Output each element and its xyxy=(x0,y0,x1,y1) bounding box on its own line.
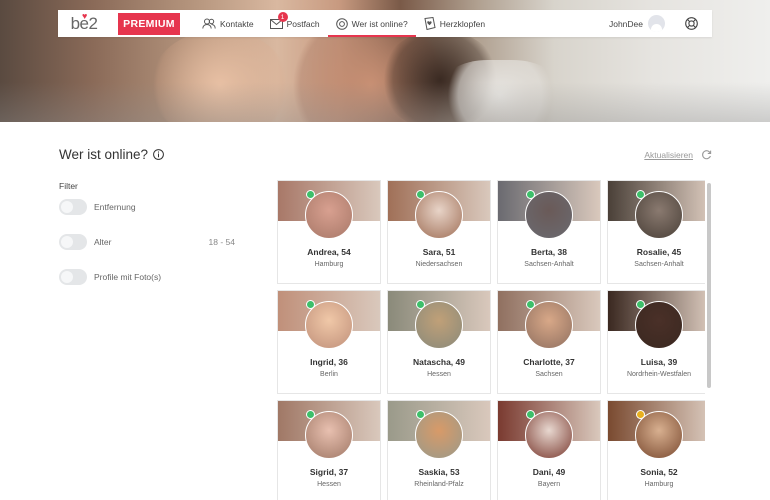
profile-card[interactable]: Sonia, 52 Hamburg xyxy=(608,401,705,500)
filter-label: Alter xyxy=(94,237,112,247)
top-navigation: be2 ♥ PREMIUM Kontakte 1 Postfach Wer ist… xyxy=(58,10,712,37)
profile-name[interactable]: Dani, 49 xyxy=(498,467,600,477)
refresh-icon[interactable] xyxy=(701,149,712,160)
help-icon[interactable] xyxy=(685,17,698,30)
nav-label: Postfach xyxy=(286,18,320,29)
online-status-indicator xyxy=(416,410,425,419)
online-status-indicator xyxy=(526,300,535,309)
page-title-text: Wer ist online? xyxy=(59,147,149,162)
online-status-indicator xyxy=(526,190,535,199)
entfernung-toggle[interactable] xyxy=(59,199,87,215)
profile-name[interactable]: Berta, 38 xyxy=(498,247,600,257)
refresh-link[interactable]: Aktualisieren xyxy=(644,149,712,160)
profile-name[interactable]: Sonia, 52 xyxy=(608,467,705,477)
filter-row-alter: Alter 18 - 54 xyxy=(59,234,235,250)
avatar xyxy=(648,15,665,32)
foto-toggle[interactable] xyxy=(59,269,87,285)
refresh-label: Aktualisieren xyxy=(644,149,693,160)
logo[interactable]: be2 ♥ xyxy=(58,10,110,37)
contacts-icon xyxy=(202,18,216,29)
profile-card[interactable]: Ingrid, 36 Berlin xyxy=(278,291,380,393)
profile-card[interactable]: Berta, 38 Sachsen-Anhalt xyxy=(498,181,600,283)
profile-name[interactable]: Sigrid, 37 xyxy=(278,467,380,477)
online-status-indicator xyxy=(306,410,315,419)
nav-label: Wer ist online? xyxy=(351,18,408,29)
profile-name[interactable]: Rosalie, 45 xyxy=(608,247,705,257)
profile-location: Hamburg xyxy=(314,261,344,268)
online-icon xyxy=(335,17,348,30)
profile-name[interactable]: Andrea, 54 xyxy=(278,247,380,257)
nav-item-kontakte[interactable]: Kontakte xyxy=(194,10,262,37)
profile-card[interactable]: Saskia, 53 Rheinland-Pfalz xyxy=(388,401,490,500)
profile-location: Hessen xyxy=(427,371,451,378)
profile-name[interactable]: Ingrid, 36 xyxy=(278,357,380,367)
unread-badge: 1 xyxy=(277,12,288,22)
logo-heart-icon: ♥ xyxy=(82,11,87,21)
profile-location: Sachsen-Anhalt xyxy=(634,261,684,268)
profile-card[interactable]: Dani, 49 Bayern xyxy=(498,401,600,500)
profile-location: Bayern xyxy=(537,481,561,488)
profile-location: Sachsen xyxy=(535,371,563,378)
nav-label: Herzklopfen xyxy=(439,18,486,29)
profile-location: Nordrhein-Westfalen xyxy=(626,371,692,378)
profile-name[interactable]: Sara, 51 xyxy=(388,247,490,257)
online-status-indicator xyxy=(636,190,645,199)
profile-name[interactable]: Luisa, 39 xyxy=(608,357,705,367)
profile-card[interactable]: Rosalie, 45 Sachsen-Anhalt xyxy=(608,181,705,283)
profile-card[interactable]: Charlotte, 37 Sachsen xyxy=(498,291,600,393)
user-menu[interactable]: JohnDee xyxy=(609,15,665,32)
alter-toggle[interactable] xyxy=(59,234,87,250)
nav-item-postfach[interactable]: 1 Postfach xyxy=(262,10,328,37)
filter-row-foto: Profile mit Foto(s) xyxy=(59,269,235,285)
profile-card[interactable]: Sigrid, 37 Hessen xyxy=(278,401,380,500)
premium-button[interactable]: PREMIUM xyxy=(118,12,180,35)
online-status-indicator xyxy=(636,300,645,309)
online-status-indicator xyxy=(306,190,315,199)
profile-name[interactable]: Charlotte, 37 xyxy=(498,357,600,367)
grid-scrollbar[interactable] xyxy=(707,183,711,388)
online-status-indicator xyxy=(636,410,645,419)
profile-card[interactable]: Luisa, 39 Nordrhein-Westfalen xyxy=(608,291,705,393)
username: JohnDee xyxy=(608,18,643,29)
online-status-indicator xyxy=(416,190,425,199)
nav-item-online[interactable]: Wer ist online? xyxy=(327,10,416,37)
online-status-indicator xyxy=(306,300,315,309)
nav-label: Kontakte xyxy=(220,18,254,29)
profile-location: Berlin xyxy=(320,371,338,378)
filter-heading: Filter xyxy=(59,181,78,191)
profile-grid: Andrea, 54 Hamburg Sara, 51 Niedersachsen Be… xyxy=(277,180,705,500)
info-icon[interactable] xyxy=(153,149,164,160)
online-status-indicator xyxy=(526,410,535,419)
online-status-indicator xyxy=(416,300,425,309)
profile-location: Hessen xyxy=(317,481,341,488)
profile-location: Niedersachsen xyxy=(415,261,463,268)
profile-card[interactable]: Natascha, 49 Hessen xyxy=(388,291,490,393)
profile-location: Rheinland-Pfalz xyxy=(414,481,464,488)
profile-name[interactable]: Saskia, 53 xyxy=(388,467,490,477)
profile-card[interactable]: Andrea, 54 Hamburg xyxy=(278,181,380,283)
page-title: Wer ist online? xyxy=(59,147,164,162)
profile-name[interactable]: Natascha, 49 xyxy=(388,357,490,367)
filter-label: Profile mit Foto(s) xyxy=(94,272,162,282)
profile-location: Hamburg xyxy=(644,481,674,488)
filter-row-entfernung: Entfernung xyxy=(59,199,235,215)
nav-item-herzklopfen[interactable]: Herzklopfen xyxy=(416,10,493,37)
age-range-value: 18 - 54 xyxy=(208,237,235,247)
profile-card[interactable]: Sara, 51 Niedersachsen xyxy=(388,181,490,283)
filter-label: Entfernung xyxy=(94,202,136,212)
heart-card-icon xyxy=(424,17,436,30)
profile-location: Sachsen-Anhalt xyxy=(524,261,574,268)
